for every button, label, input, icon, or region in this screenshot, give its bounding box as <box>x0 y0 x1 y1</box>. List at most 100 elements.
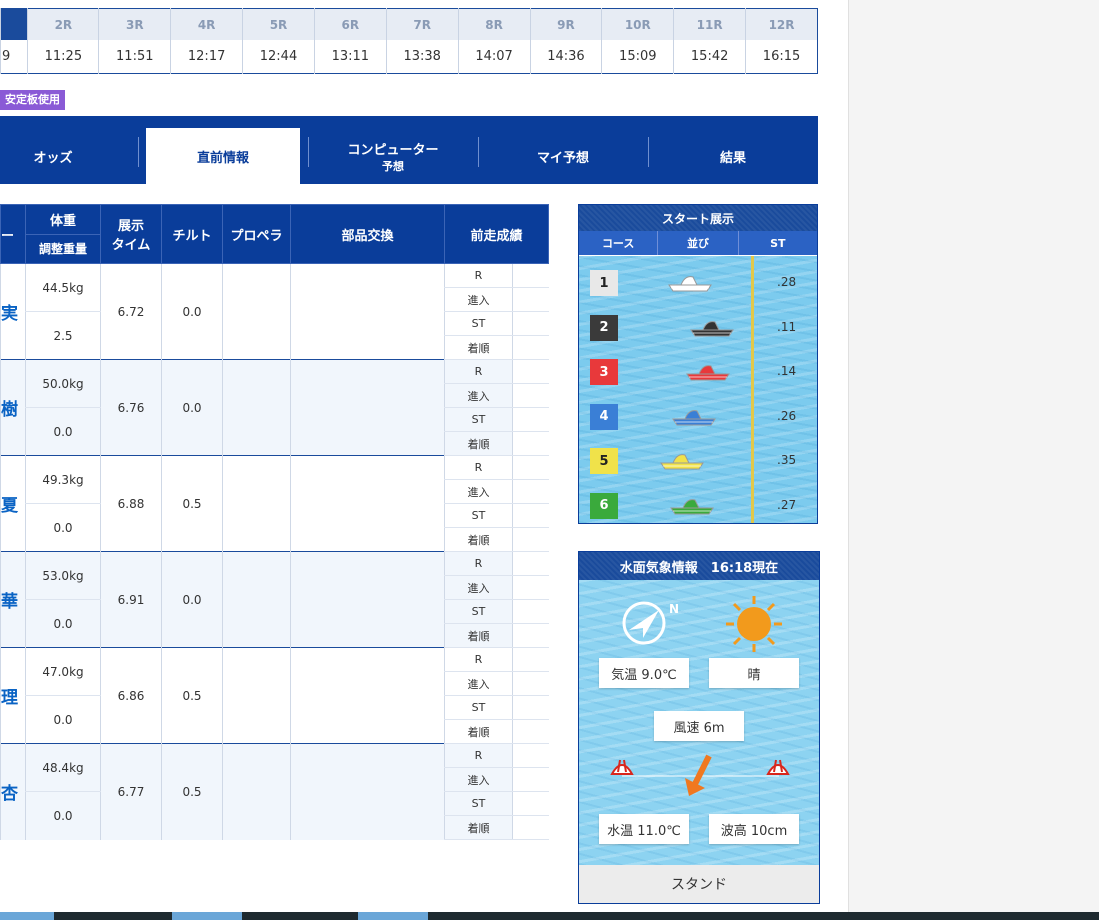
body-weight: 48.4kg <box>25 743 101 792</box>
tab-divider <box>138 137 139 167</box>
start-lane: 2 .11 <box>579 313 817 343</box>
race-tab-12[interactable]: 12R <box>745 8 818 40</box>
race-time: 15:42 <box>673 40 746 74</box>
col-header-weight: 体重 <box>25 204 101 235</box>
prev-result-label: ST <box>444 695 513 720</box>
col-header-prev: 前走成績 <box>443 204 550 264</box>
prev-result-value <box>511 407 549 432</box>
racer-name-link[interactable]: 理 <box>0 647 26 744</box>
prev-result-label: 進入 <box>444 575 513 600</box>
propeller-value <box>222 359 291 456</box>
race-time: 11:51 <box>98 40 171 74</box>
race-tab-10[interactable]: 10R <box>601 8 674 40</box>
boat-icon <box>670 498 714 514</box>
table-row: 樹 50.0kg 6.76 0.0 R <box>0 359 549 456</box>
prev-result-label: 進入 <box>444 767 513 792</box>
race-tab-7[interactable]: 7R <box>385 8 459 40</box>
parts-value <box>290 455 445 552</box>
race-time: 12:17 <box>170 40 243 74</box>
pre-race-info-table: ー 体重 展示 タイム チルト プロペラ 部品交換 前走成績 調整重量 実 44.… <box>0 204 550 840</box>
prev-result-value <box>511 791 549 816</box>
racer-name-link[interactable]: 実 <box>0 263 26 360</box>
body-weight: 47.0kg <box>25 647 101 696</box>
racer-name-link[interactable]: 樹 <box>0 359 26 456</box>
prev-result-value <box>511 767 549 792</box>
wave-height: 波高 10cm <box>709 814 799 844</box>
race-tab-4[interactable]: 4R <box>170 8 243 40</box>
tab-computer[interactable]: コンピューター 予想 <box>308 128 478 184</box>
weather-panel: 水面気象情報 16:18現在 N 気温 9.0℃ 晴 風速 6m 水温 11.0… <box>578 551 820 904</box>
exhibition-time: 6.91 <box>100 551 162 648</box>
race-tab-1[interactable] <box>0 8 28 40</box>
race-time: 15:09 <box>601 40 674 74</box>
race-time: 13:11 <box>313 40 387 74</box>
race-tab-9[interactable]: 9R <box>529 8 602 40</box>
course-number: 2 <box>590 314 618 341</box>
tab-odds[interactable]: オッズ <box>0 128 106 184</box>
col-header-exhibit: 展示 タイム <box>100 204 162 264</box>
air-temperature: 気温 9.0℃ <box>599 658 689 688</box>
tab-pre-info[interactable]: 直前情報 <box>146 128 300 184</box>
racer-name-link[interactable]: 華 <box>0 551 26 648</box>
wind-speed: 風速 6m <box>654 711 744 741</box>
body-weight: 44.5kg <box>25 263 101 312</box>
prev-result-value <box>511 455 549 480</box>
prev-result-value <box>511 503 549 528</box>
prev-result-label: R <box>444 743 513 768</box>
col-st: ST <box>770 236 786 250</box>
prev-result-value <box>511 263 549 288</box>
race-time: 14:07 <box>457 40 530 74</box>
race-tab-6[interactable]: 6R <box>313 8 387 40</box>
exhibition-time: 6.77 <box>100 743 162 840</box>
race-tab-2[interactable]: 2R <box>27 8 99 40</box>
race-tab-11[interactable]: 11R <box>673 8 746 40</box>
tilt-value: 0.0 <box>161 263 223 360</box>
race-tab-5[interactable]: 5R <box>242 8 315 40</box>
tab-my-prediction[interactable]: マイ予想 <box>478 128 648 184</box>
table-row: 理 47.0kg 6.86 0.5 R <box>0 647 549 744</box>
table-row: 実 44.5kg 6.72 0.0 R <box>0 263 549 360</box>
start-timing: .26 <box>777 408 797 423</box>
racer-name-link[interactable]: 杏 <box>0 743 26 840</box>
start-lane: 1 .28 <box>579 268 817 298</box>
prev-result-value <box>511 623 549 648</box>
bottom-strip-segment <box>172 912 242 920</box>
propeller-value <box>222 647 291 744</box>
main-content: 2R 3R 4R 5R 6R 7R 8R 9R 10R 11R 12R 9 11:25 11:51 12:… <box>0 0 848 920</box>
course-number: 5 <box>590 448 618 474</box>
start-timing: .28 <box>777 275 797 289</box>
col-header-adjust: 調整重量 <box>25 233 101 264</box>
start-lane: 4 .26 <box>579 402 817 432</box>
tilt-value: 0.5 <box>161 743 223 840</box>
body-weight: 53.0kg <box>25 551 101 600</box>
start-timing: .11 <box>777 319 797 334</box>
race-tab-8[interactable]: 8R <box>457 8 530 40</box>
prev-result-value <box>511 671 549 696</box>
parts-value <box>290 551 445 648</box>
weather-body: N 気温 9.0℃ 晴 風速 6m 水温 11.0℃ 波高 10cm <box>579 580 819 865</box>
sun-icon <box>726 596 782 652</box>
prev-result-value <box>511 383 549 408</box>
tilt-value: 0.0 <box>161 551 223 648</box>
start-exhibition-title: スタート展示 <box>579 205 817 231</box>
race-time: 14:36 <box>529 40 602 74</box>
tilt-value: 0.5 <box>161 455 223 552</box>
prev-result-value <box>511 359 549 384</box>
propeller-value <box>222 455 291 552</box>
tab-result[interactable]: 結果 <box>648 128 818 184</box>
start-exhibition-header: コース 並び ST <box>579 231 817 255</box>
water-temperature: 水温 11.0℃ <box>599 814 689 844</box>
prev-result-label: ST <box>444 791 513 816</box>
col-header-parts: 部品交換 <box>290 204 445 264</box>
prev-result-label: 着順 <box>444 335 513 360</box>
course-number: 6 <box>590 492 618 519</box>
parts-value <box>290 647 445 744</box>
wind-arrow-icon <box>610 754 790 796</box>
adjust-weight: 0.0 <box>25 695 101 744</box>
course-number: 3 <box>590 359 618 385</box>
prev-result-value <box>511 551 549 576</box>
race-tab-3[interactable]: 3R <box>98 8 171 40</box>
prev-result-label: 進入 <box>444 383 513 408</box>
racer-name-link[interactable]: 夏 <box>0 455 26 552</box>
course-number: 4 <box>590 403 618 430</box>
